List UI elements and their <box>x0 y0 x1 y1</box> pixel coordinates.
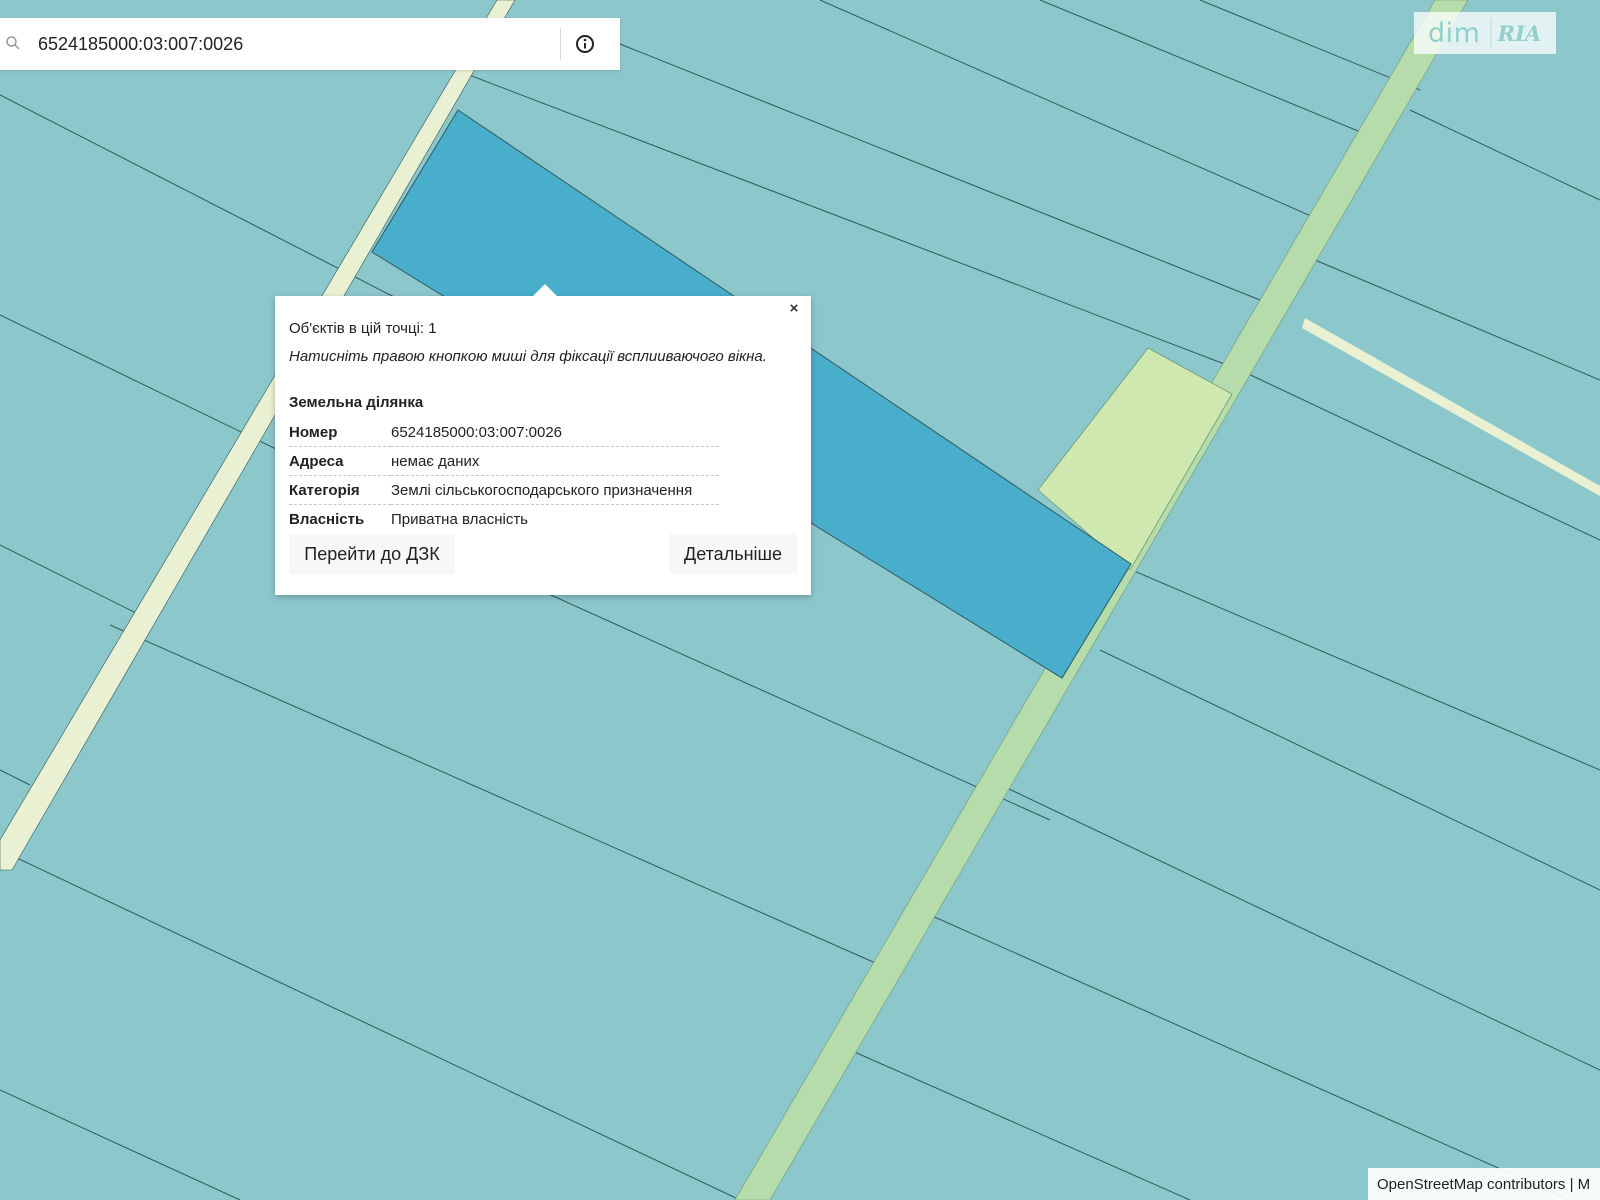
parcel-attributes-table: Номер 6524185000:03:007:0026 Адреса нема… <box>289 418 719 533</box>
row-key: Адреса <box>289 446 391 476</box>
row-key: Власність <box>289 510 365 528</box>
info-icon[interactable] <box>574 33 596 55</box>
details-button[interactable]: Детальніше <box>669 534 797 574</box>
row-value: немає даних <box>391 446 719 476</box>
map-canvas[interactable] <box>0 0 1600 1200</box>
dim-ria-logo: dim RIA <box>1414 12 1556 54</box>
popup-hint: Натисніть правою кнопкою миші для фіксац… <box>289 348 767 365</box>
row-key: Категорія <box>289 475 391 505</box>
row-value: Приватна власність <box>391 510 528 528</box>
table-row: Номер 6524185000:03:007:0026 <box>289 418 719 447</box>
map-attribution[interactable]: OpenStreetMap contributors | M <box>1368 1168 1600 1200</box>
row-key: Номер <box>289 418 391 447</box>
search-icon[interactable] <box>5 35 21 51</box>
table-row: Категорія Землі сільськогосподарського п… <box>289 475 719 505</box>
section-title: Земельна ділянка <box>289 394 424 411</box>
table-row: Адреса немає даних <box>289 446 719 476</box>
objects-count: Об'єктів в цій точці: 1 <box>289 320 437 337</box>
parcel-info-popup: × Об'єктів в цій точці: 1 Натисніть прав… <box>275 284 811 595</box>
row-value: Землі сільськогосподарського призначення <box>391 475 719 505</box>
cadastral-map[interactable] <box>0 0 1600 1200</box>
search-divider <box>560 28 561 60</box>
search-input[interactable] <box>38 28 538 60</box>
search-bar <box>0 18 620 70</box>
logo-ria-text: RIA <box>1490 18 1546 48</box>
go-to-dzk-button[interactable]: Перейти до ДЗК <box>289 534 455 574</box>
logo-dim-text: dim <box>1428 17 1481 49</box>
row-value: 6524185000:03:007:0026 <box>391 418 719 447</box>
popup-tip <box>533 284 557 296</box>
table-row: Власність Приватна власність <box>289 505 719 534</box>
close-button[interactable]: × <box>785 300 803 318</box>
